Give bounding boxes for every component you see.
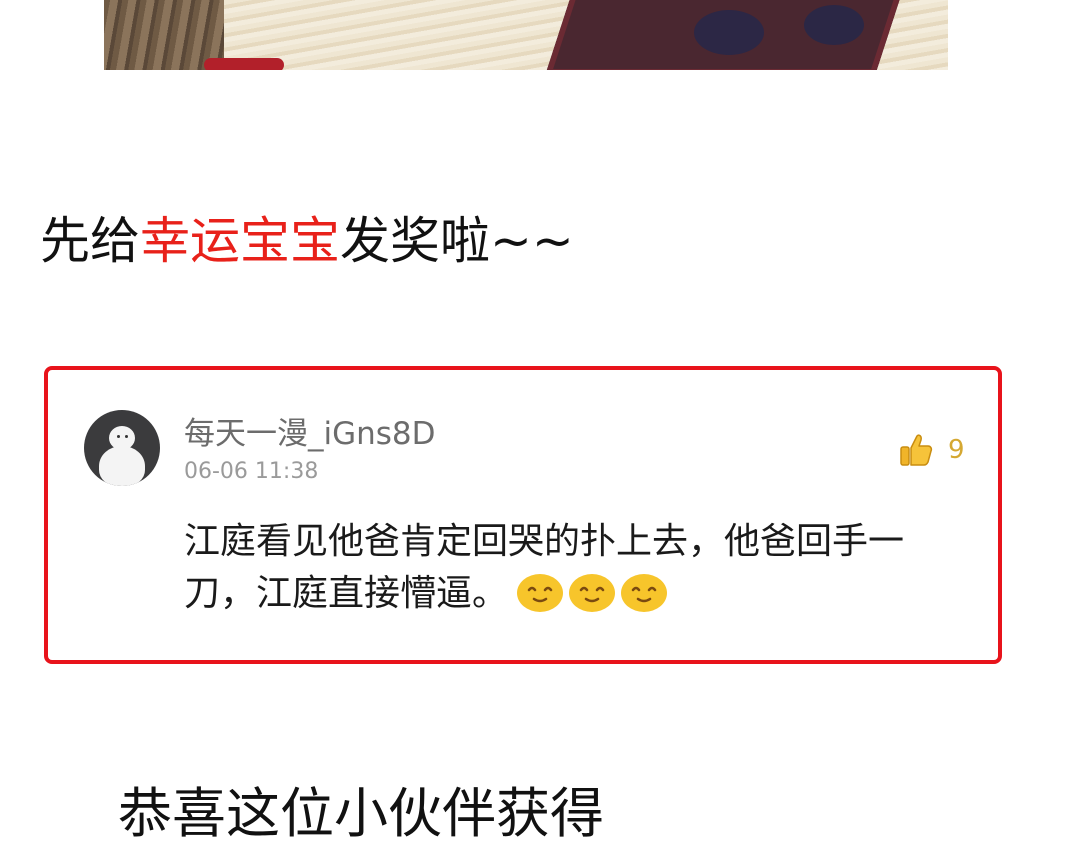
headline-suffix: 发奖啦~~ <box>340 212 574 270</box>
congrats-text: 恭喜这位小伙伴获得 <box>118 782 604 845</box>
avatar-head <box>109 426 135 450</box>
cloth-pattern <box>804 5 864 45</box>
avatar-eye <box>125 435 128 438</box>
headline-prefix: 先给 <box>40 212 140 270</box>
red-object <box>204 58 284 70</box>
avatar-body <box>99 446 145 486</box>
thumbs-up-icon <box>898 432 934 468</box>
comment-timestamp: 06-06 11:38 <box>184 459 319 484</box>
avatar[interactable] <box>84 410 160 486</box>
smiling-face-icon <box>569 574 616 612</box>
headline-highlight: 幸运宝宝 <box>140 212 340 270</box>
avatar-eye <box>117 435 120 438</box>
comment-username[interactable]: 每天一漫_iGns8D <box>184 408 436 453</box>
headline: 先给幸运宝宝发奖啦~~ <box>40 206 574 276</box>
like-button[interactable]: 9 <box>898 432 965 468</box>
comment-text: 江庭看见他爸肯定回哭的扑上去，他爸回手一刀，江庭直接懵逼。 <box>184 516 974 620</box>
like-count: 9 <box>948 435 965 465</box>
smiling-face-icon <box>621 574 668 612</box>
top-photo <box>104 0 948 70</box>
cloth-pattern <box>694 10 764 55</box>
comment-card: 每天一漫_iGns8D 06-06 11:38 9 江庭看见他爸肯定回哭的扑上去… <box>44 366 1002 664</box>
emoji-group <box>516 571 668 613</box>
smiling-face-icon <box>517 574 564 612</box>
